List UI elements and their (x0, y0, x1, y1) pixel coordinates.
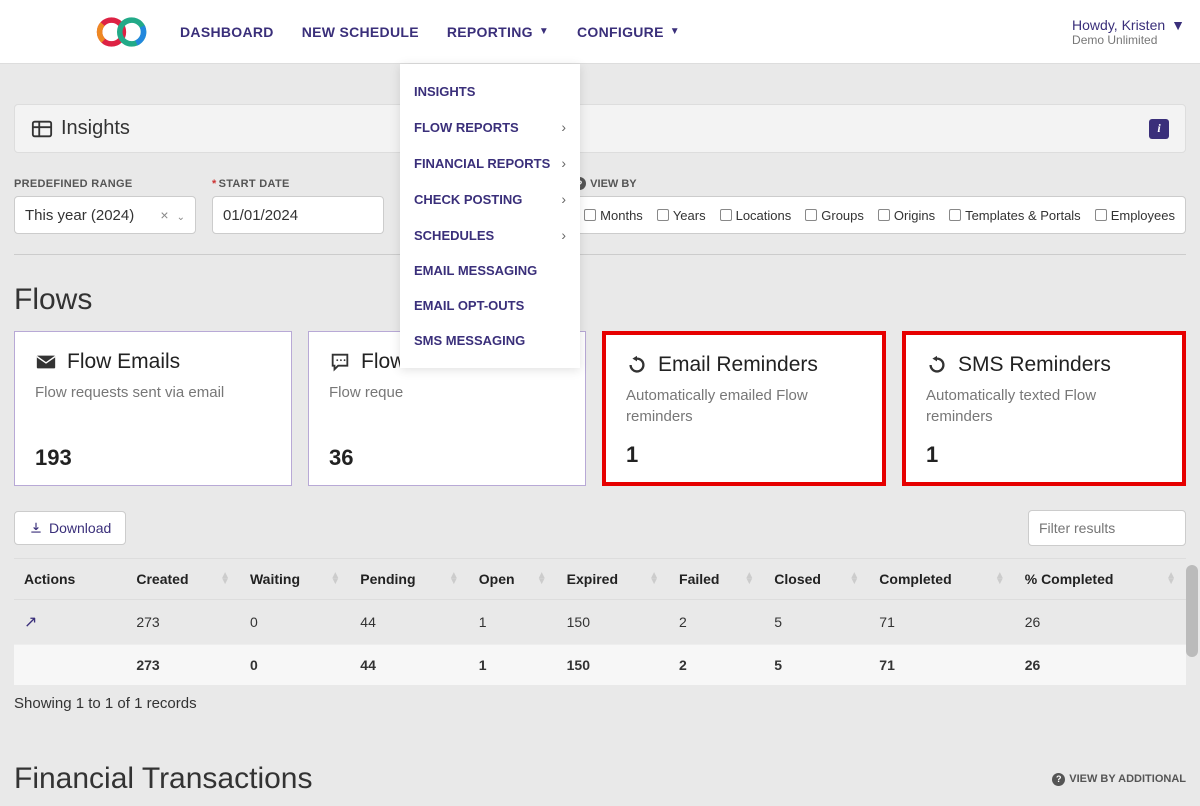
viewby-templates[interactable]: Templates & Portals (949, 208, 1081, 223)
sort-icon: ▲▼ (744, 573, 754, 585)
card-count: 1 (626, 442, 862, 468)
nav-configure-label: CONFIGURE (577, 24, 664, 40)
card-count: 36 (329, 445, 565, 471)
viewby-locations[interactable]: Locations (720, 208, 792, 223)
chevron-down-icon: ⌄ (177, 212, 185, 223)
chat-icon (329, 351, 351, 373)
records-note: Showing 1 to 1 of 1 records (14, 695, 1186, 712)
main-nav: DASHBOARD NEW SCHEDULE REPORTING ▼ CONFI… (180, 24, 680, 40)
card-desc: Automatically texted Flow reminders (926, 385, 1162, 427)
reporting-dropdown: INSIGHTS FLOW REPORTS› FINANCIAL REPORTS… (400, 64, 580, 368)
card-desc: Flow reque (329, 382, 565, 403)
predefined-range-select[interactable]: This year (2024) × ⌄ (14, 196, 196, 234)
col-actions[interactable]: Actions (14, 559, 126, 600)
viewby-years[interactable]: Years (657, 208, 706, 223)
help-icon[interactable]: ? (1052, 773, 1065, 786)
col-pending[interactable]: Pending▲▼ (350, 559, 469, 600)
flows-table: Actions Created▲▼ Waiting▲▼ Pending▲▼ Op… (14, 558, 1186, 685)
flows-heading: Flows (14, 283, 1186, 317)
page-header: Insights i (14, 104, 1186, 153)
col-waiting[interactable]: Waiting▲▼ (240, 559, 350, 600)
start-date-input[interactable]: 01/01/2024 (212, 196, 384, 234)
dropdown-item-schedules[interactable]: SCHEDULES› (400, 217, 580, 253)
viewby-groups[interactable]: Groups (805, 208, 864, 223)
card-desc: Flow requests sent via email (35, 382, 271, 403)
undo-icon (626, 354, 648, 376)
card-desc: Automatically emailed Flow reminders (626, 385, 862, 427)
nav-dashboard[interactable]: DASHBOARD (180, 24, 274, 40)
page-title: Insights (61, 117, 130, 140)
logo[interactable] (95, 16, 150, 48)
col-failed[interactable]: Failed▲▼ (669, 559, 764, 600)
viewby-label: ?VIEW BY (573, 177, 1186, 190)
table-total-row: 273 0 44 1 150 2 5 71 26 (14, 645, 1186, 686)
col-pct-completed[interactable]: % Completed▲▼ (1015, 559, 1186, 600)
nav-new-schedule[interactable]: NEW SCHEDULE (302, 24, 419, 40)
col-closed[interactable]: Closed▲▼ (764, 559, 869, 600)
clear-icon[interactable]: × (160, 207, 168, 223)
start-date-label: *START DATE (212, 178, 384, 190)
predefined-range-value: This year (2024) (25, 207, 134, 224)
scrollbar-thumb[interactable] (1186, 565, 1198, 657)
col-created[interactable]: Created▲▼ (126, 559, 240, 600)
flow-cards: Flow Emails Flow requests sent via email… (14, 331, 1186, 486)
nav-reporting-label: REPORTING (447, 24, 533, 40)
dropdown-item-flow-reports[interactable]: FLOW REPORTS› (400, 109, 580, 145)
user-org: Demo Unlimited (1072, 33, 1185, 47)
table-toolbar: Download (14, 510, 1186, 546)
dropdown-item-sms-messaging[interactable]: SMS MESSAGING (400, 323, 580, 358)
sort-icon: ▲▼ (449, 573, 459, 585)
dropdown-item-financial-reports[interactable]: FINANCIAL REPORTS› (400, 145, 580, 181)
nav-reporting[interactable]: REPORTING ▼ (447, 24, 549, 40)
user-greeting: Howdy, Kristen (1072, 17, 1165, 33)
sort-icon: ▲▼ (220, 573, 230, 585)
col-open[interactable]: Open▲▼ (469, 559, 557, 600)
dropdown-item-check-posting[interactable]: CHECK POSTING› (400, 181, 580, 217)
nav-configure[interactable]: CONFIGURE ▼ (577, 24, 680, 40)
download-icon (29, 521, 43, 535)
viewby-additional-label: ?VIEW BY ADDITIONAL (1052, 773, 1186, 786)
col-expired[interactable]: Expired▲▼ (557, 559, 669, 600)
table-row: ↗ 273 0 44 1 150 2 5 71 26 (14, 600, 1186, 645)
user-menu[interactable]: Howdy, Kristen ▼ Demo Unlimited (1072, 17, 1200, 47)
sort-icon: ▲▼ (537, 573, 547, 585)
financial-heading: Financial Transactions (14, 762, 312, 796)
dropdown-item-insights[interactable]: INSIGHTS (400, 74, 580, 109)
caret-down-icon: ▼ (670, 26, 680, 37)
card-count: 193 (35, 445, 271, 471)
filter-bar: PREDEFINED RANGE This year (2024) × ⌄ *ST… (14, 177, 1186, 255)
open-external-icon[interactable]: ↗ (24, 614, 37, 631)
filter-results-input[interactable] (1028, 510, 1186, 546)
grid-icon (31, 118, 53, 140)
sort-icon: ▲▼ (849, 573, 859, 585)
sort-icon: ▲▼ (649, 573, 659, 585)
card-count: 1 (926, 442, 1162, 468)
download-button[interactable]: Download (14, 511, 126, 545)
sort-icon: ▲▼ (330, 573, 340, 585)
viewby-employees[interactable]: Employees (1095, 208, 1175, 223)
col-completed[interactable]: Completed▲▼ (869, 559, 1014, 600)
chevron-right-icon: › (561, 227, 566, 243)
viewby-options: Months Years Locations Groups Origins Te… (573, 196, 1186, 234)
card-flow-emails[interactable]: Flow Emails Flow requests sent via email… (14, 331, 292, 486)
envelope-icon (35, 351, 57, 373)
viewby-origins[interactable]: Origins (878, 208, 935, 223)
chevron-right-icon: › (561, 119, 566, 135)
chevron-right-icon: › (561, 191, 566, 207)
viewby-months[interactable]: Months (584, 208, 643, 223)
start-date-value: 01/01/2024 (223, 207, 298, 224)
card-sms-reminders[interactable]: SMS Reminders Automatically texted Flow … (902, 331, 1186, 486)
caret-down-icon: ▼ (539, 26, 549, 37)
card-email-reminders[interactable]: Email Reminders Automatically emailed Fl… (602, 331, 886, 486)
undo-icon (926, 354, 948, 376)
caret-down-icon: ▼ (1171, 17, 1185, 33)
predefined-range-label: PREDEFINED RANGE (14, 178, 196, 190)
sort-icon: ▲▼ (1166, 573, 1176, 585)
chevron-right-icon: › (561, 155, 566, 171)
top-navbar: DASHBOARD NEW SCHEDULE REPORTING ▼ CONFI… (0, 0, 1200, 64)
dropdown-item-email-optouts[interactable]: EMAIL OPT-OUTS (400, 288, 580, 323)
sort-icon: ▲▼ (995, 573, 1005, 585)
info-icon[interactable]: i (1149, 119, 1169, 139)
dropdown-item-email-messaging[interactable]: EMAIL MESSAGING (400, 253, 580, 288)
